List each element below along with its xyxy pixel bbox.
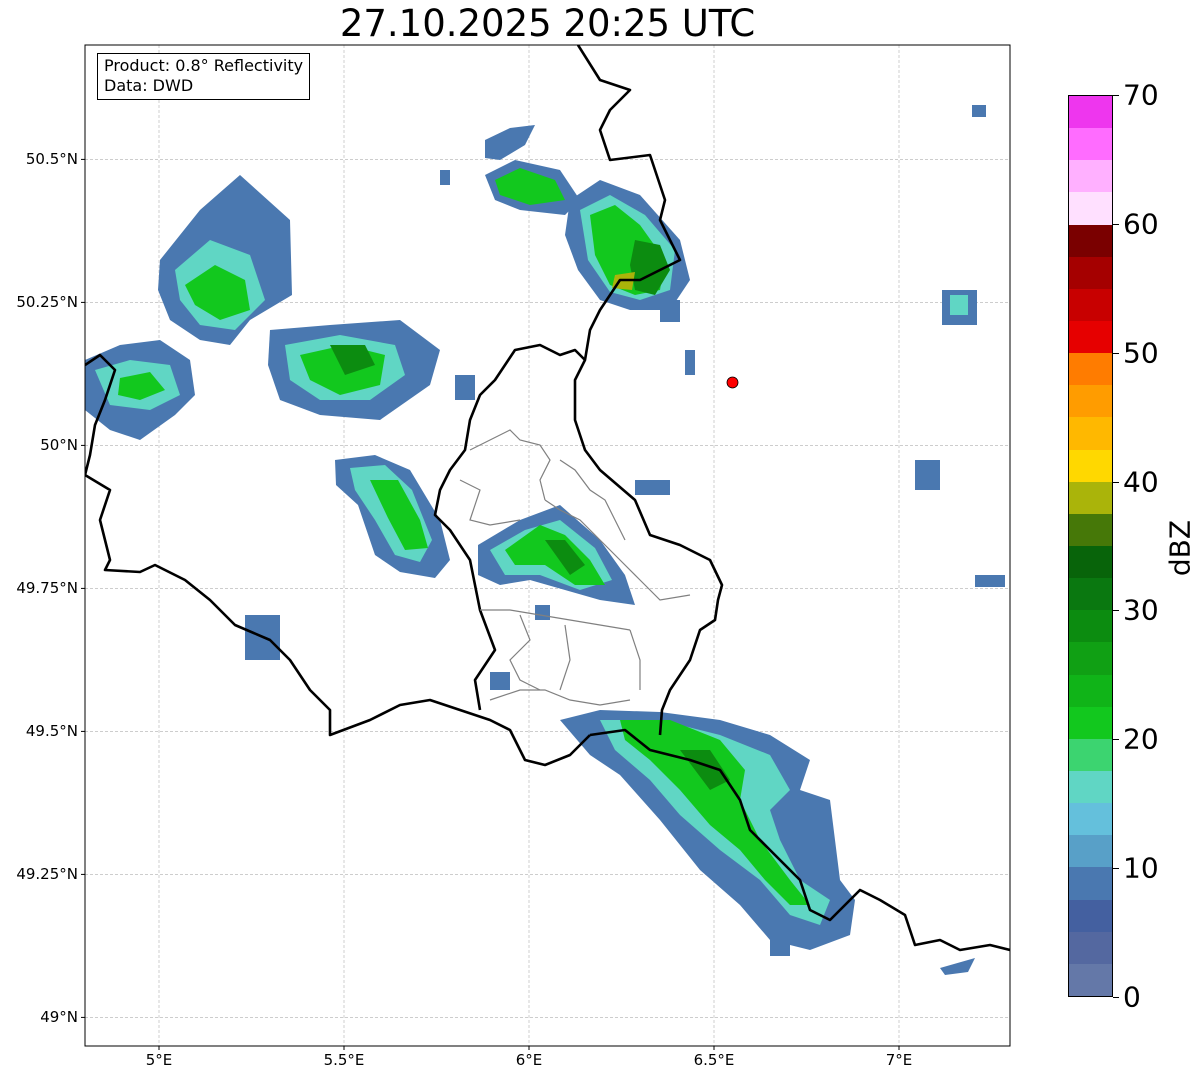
colorbar-label: dBZ: [1163, 519, 1197, 577]
y-tick-label: 49.75°N: [16, 579, 78, 598]
colorbar-segment: [1069, 738, 1112, 771]
y-tick-label: 50.5°N: [25, 150, 78, 169]
colorbar-segment: [1069, 674, 1112, 707]
echo-cluster-west-central: [335, 455, 450, 578]
colorbar-tick-label: 70: [1123, 78, 1159, 112]
colorbar-segment: [1069, 288, 1112, 321]
echo-cluster-luxembourg: [478, 505, 635, 605]
y-tick-label: 50.25°N: [16, 293, 78, 312]
y-tick-label: 49.5°N: [25, 722, 78, 741]
colorbar-segment: [1069, 706, 1112, 739]
y-tick-label: 49°N: [40, 1008, 78, 1027]
echo-cluster-northwest: [85, 175, 440, 440]
colorbar-segment: [1069, 770, 1112, 804]
colorbar-segment: [1069, 416, 1112, 450]
colorbar-tick-label: 20: [1123, 722, 1159, 756]
colorbar-segment: [1069, 931, 1112, 964]
radar-map: [81, 44, 1011, 1050]
colorbar-tick-label: 40: [1123, 465, 1159, 499]
colorbar-tick-mark: [1113, 481, 1119, 483]
colorbar-segment: [1069, 641, 1112, 675]
colorbar-tick-label: 10: [1123, 851, 1159, 885]
colorbar-segment: [1069, 449, 1112, 482]
colorbar-tick-mark: [1113, 739, 1119, 741]
border-germany-west: [573, 45, 724, 736]
colorbar-segment: [1069, 95, 1112, 129]
product-label: Product: 0.8° Reflectivity: [104, 56, 304, 75]
colorbar-segment: [1069, 256, 1112, 289]
colorbar-segment: [1069, 609, 1112, 643]
colorbar-tick-mark: [1113, 95, 1119, 96]
colorbar-tick-label: 50: [1123, 336, 1159, 370]
colorbar-segment: [1069, 159, 1112, 193]
colorbar-segment: [1069, 481, 1112, 514]
colorbar-tick-label: 60: [1123, 207, 1159, 241]
info-box: Product: 0.8° Reflectivity Data: DWD: [97, 53, 311, 100]
colorbar-segment: [1069, 320, 1112, 354]
colorbar-segment: [1069, 545, 1112, 579]
x-tick-label: 6°E: [515, 1051, 543, 1069]
colorbar-segment: [1069, 899, 1112, 932]
colorbar-segment: [1069, 513, 1112, 546]
colorbar-tick-mark: [1113, 352, 1119, 354]
colorbar-tick-mark: [1113, 610, 1119, 612]
colorbar-segment: [1069, 384, 1112, 418]
colorbar-tick-mark: [1113, 997, 1119, 998]
colorbar-segment: [1069, 127, 1112, 161]
x-tick-label: 7°E: [885, 1051, 913, 1069]
y-tick-label: 50°N: [40, 436, 78, 455]
colorbar-segment: [1069, 834, 1112, 868]
colorbar-segment: [1069, 802, 1112, 836]
y-tick-label: 49.25°N: [16, 865, 78, 884]
data-source-label: Data: DWD: [104, 76, 194, 95]
x-tick-label: 5.5°E: [323, 1051, 365, 1069]
reflectivity-echoes: [85, 105, 1005, 975]
colorbar-segment: [1069, 577, 1112, 611]
border-belgium-france: [85, 473, 591, 767]
x-tick-label: 5°E: [145, 1051, 173, 1069]
colorbar-segment: [1069, 352, 1112, 386]
colorbar-segment: [1069, 224, 1112, 257]
colorbar-segment: [1069, 191, 1112, 225]
colorbar-tick-mark: [1113, 868, 1119, 870]
echo-cluster-north: [485, 125, 690, 310]
colorbar-tick-label: 30: [1123, 593, 1159, 627]
radar-site-marker: [726, 376, 739, 389]
colorbar-tick-mark: [1113, 223, 1119, 225]
colorbar-segment: [1069, 963, 1112, 996]
colorbar-segment: [1069, 866, 1112, 900]
colorbar: [1068, 95, 1113, 997]
x-tick-label: 6.5°E: [693, 1051, 735, 1069]
colorbar-tick-label: 0: [1123, 980, 1141, 1014]
